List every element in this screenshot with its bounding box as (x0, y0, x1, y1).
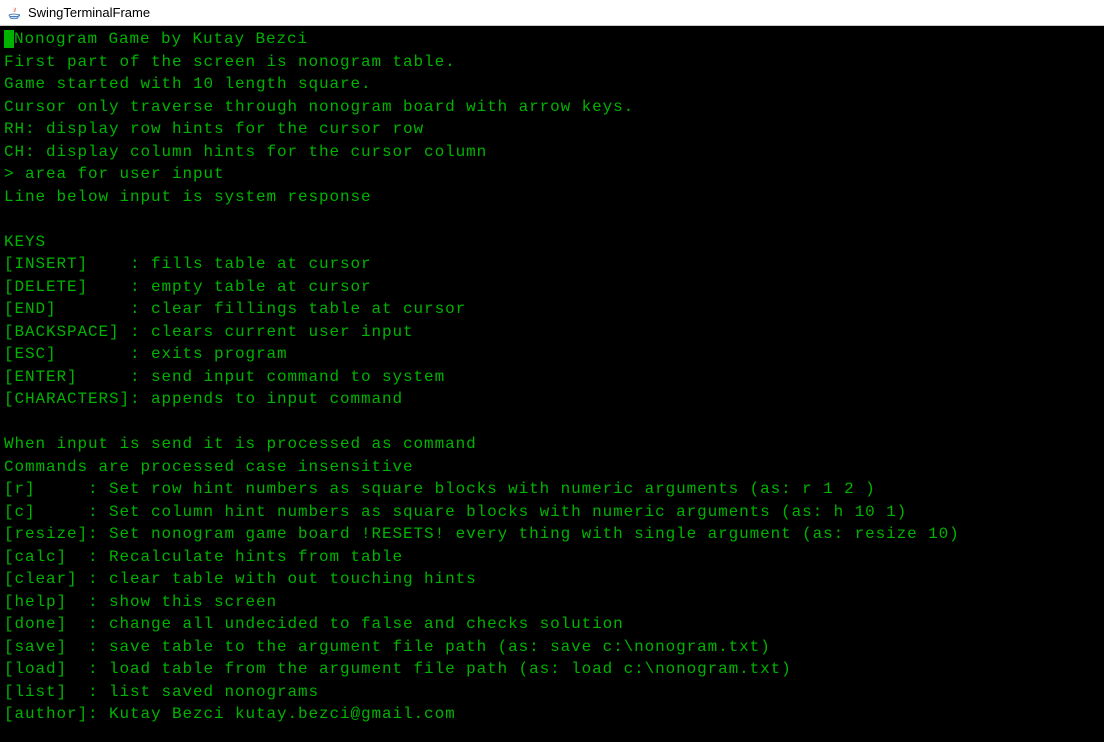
terminal-line: RH: display row hints for the cursor row (4, 118, 1100, 141)
terminal-line: When input is send it is processed as co… (4, 433, 1100, 456)
terminal-line: > area for user input (4, 163, 1100, 186)
terminal-line: Commands are processed case insensitive (4, 456, 1100, 479)
terminal-line: [DELETE] : empty table at cursor (4, 276, 1100, 299)
terminal-line: [ESC] : exits program (4, 343, 1100, 366)
terminal-line: [ENTER] : send input command to system (4, 366, 1100, 389)
terminal-line: [help] : show this screen (4, 591, 1100, 614)
terminal-line: [author]: Kutay Bezci kutay.bezci@gmail.… (4, 703, 1100, 726)
cursor-block (4, 30, 14, 48)
terminal-line: [load] : load table from the argument fi… (4, 658, 1100, 681)
terminal-line: [CHARACTERS]: appends to input command (4, 388, 1100, 411)
terminal-line: CH: display column hints for the cursor … (4, 141, 1100, 164)
terminal-line: Cursor only traverse through nonogram bo… (4, 96, 1100, 119)
terminal-line: KEYS (4, 231, 1100, 254)
terminal-line: [r] : Set row hint numbers as square blo… (4, 478, 1100, 501)
terminal-line: [list] : list saved nonograms (4, 681, 1100, 704)
terminal-line: First part of the screen is nonogram tab… (4, 51, 1100, 74)
app-window: SwingTerminalFrame Nonogram Game by Kuta… (0, 0, 1104, 742)
window-title: SwingTerminalFrame (28, 5, 150, 20)
terminal-line: [resize]: Set nonogram game board !RESET… (4, 523, 1100, 546)
terminal-area[interactable]: Nonogram Game by Kutay BezciFirst part o… (0, 26, 1104, 742)
terminal-line: [save] : save table to the argument file… (4, 636, 1100, 659)
titlebar[interactable]: SwingTerminalFrame (0, 0, 1104, 26)
terminal-line: Nonogram Game by Kutay Bezci (4, 28, 1100, 51)
terminal-line: [INSERT] : fills table at cursor (4, 253, 1100, 276)
terminal-line: [clear] : clear table with out touching … (4, 568, 1100, 591)
terminal-line (4, 208, 1100, 231)
terminal-line: Game started with 10 length square. (4, 73, 1100, 96)
terminal-line (4, 411, 1100, 434)
java-icon (6, 5, 22, 21)
terminal-line: [done] : change all undecided to false a… (4, 613, 1100, 636)
terminal-line: [c] : Set column hint numbers as square … (4, 501, 1100, 524)
terminal-line: [END] : clear fillings table at cursor (4, 298, 1100, 321)
terminal-line: [calc] : Recalculate hints from table (4, 546, 1100, 569)
terminal-line: [BACKSPACE] : clears current user input (4, 321, 1100, 344)
terminal-line: Line below input is system response (4, 186, 1100, 209)
